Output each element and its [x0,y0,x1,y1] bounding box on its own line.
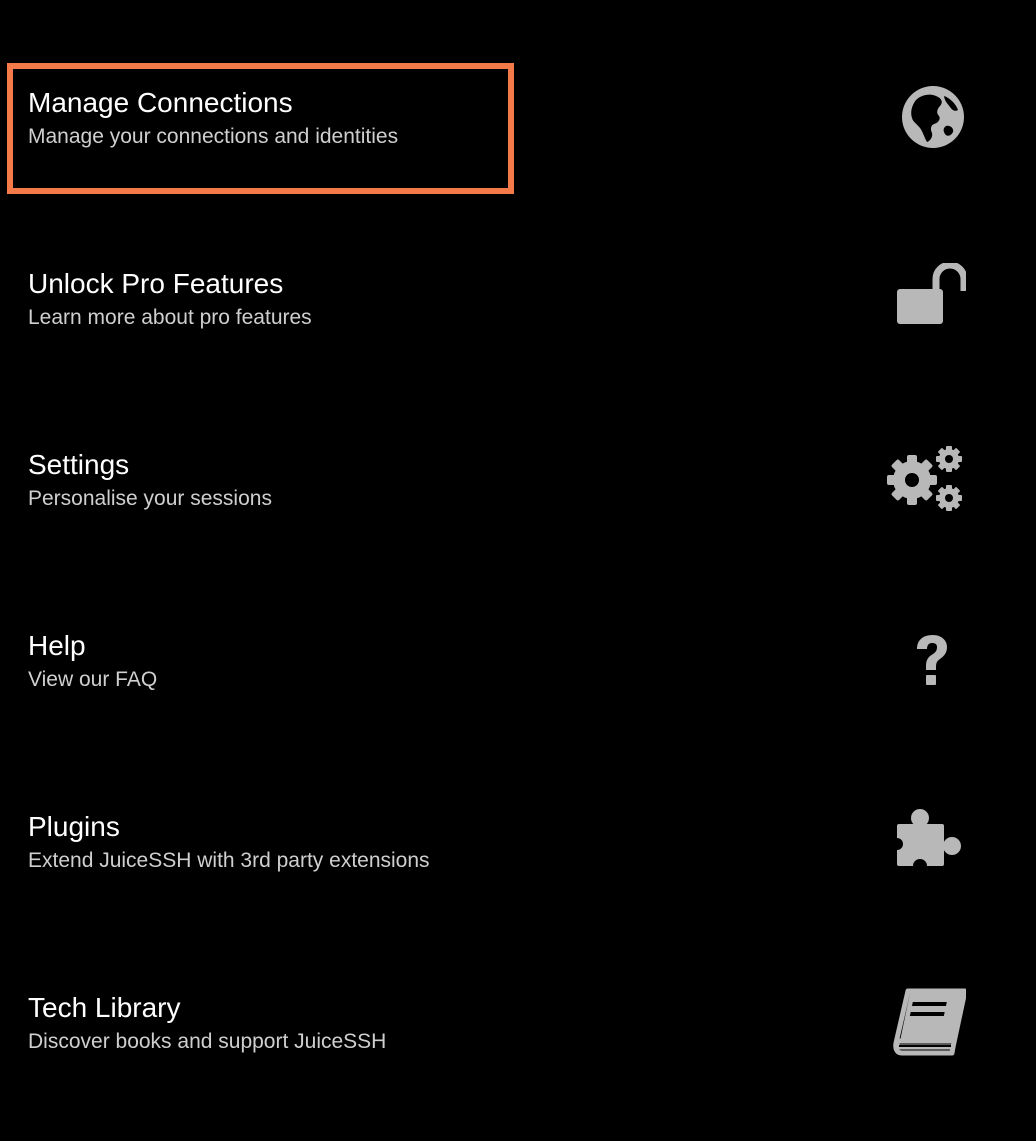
gears-icon [886,444,966,514]
puzzle-icon [886,806,966,876]
item-title: Manage Connections [28,87,293,118]
item-subtitle: Learn more about pro features [28,306,312,329]
item-subtitle: View our FAQ [28,668,158,691]
question-icon [886,625,966,695]
item-subtitle: Extend JuiceSSH with 3rd party extension… [28,849,430,872]
menu-item-unlock-pro-features[interactable]: Unlock Pro Features Learn more about pro… [0,181,1036,362]
book-icon [886,987,966,1057]
menu-item-tech-library[interactable]: Tech Library Discover books and support … [0,905,1036,1086]
item-subtitle: Personalise your sessions [28,487,272,510]
menu-item-manage-connections[interactable]: Manage Connections Manage your connectio… [0,0,1036,181]
item-title: Tech Library [28,992,181,1023]
item-subtitle: Discover books and support JuiceSSH [28,1030,387,1053]
globe-icon [886,82,966,152]
item-title: Unlock Pro Features [28,268,284,299]
item-subtitle: Manage your connections and identities [28,125,399,148]
menu-item-help[interactable]: Help View our FAQ [0,543,1036,724]
unlock-icon [886,263,966,333]
item-title: Settings [28,449,130,480]
menu-item-settings[interactable]: Settings Personalise your sessions [0,362,1036,543]
item-title: Plugins [28,811,120,842]
menu-item-plugins[interactable]: Plugins Extend JuiceSSH with 3rd party e… [0,724,1036,905]
main-menu-list: Manage Connections Manage your connectio… [0,0,1036,1141]
item-title: Help [28,630,86,661]
